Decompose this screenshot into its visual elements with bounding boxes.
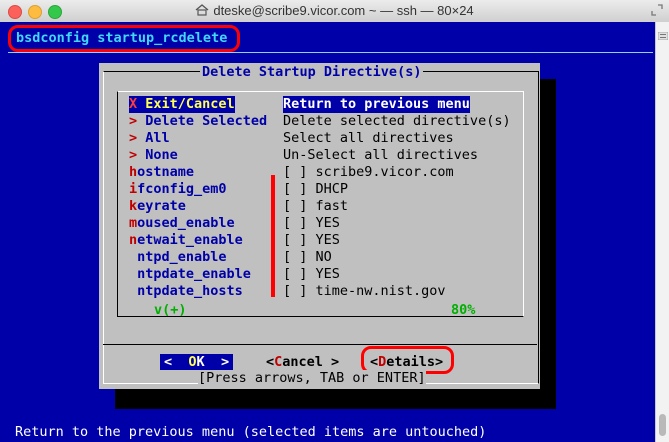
menu-hotkey: m <box>129 215 138 231</box>
menu-hotkey: n <box>129 232 138 248</box>
cancel-rest: ancel > <box>282 354 340 370</box>
menu-item-text: [ ] scribe9.vicor.com <box>283 164 454 180</box>
window-title-wrap: dteske@scribe9.vicor.com ~ — ssh — 80×24 <box>0 3 669 18</box>
menu-tag: moused_enable <box>129 215 235 232</box>
menu-tag-text: ostname <box>137 164 195 180</box>
menu-tag-text: None <box>137 147 178 163</box>
menu-tag-text: fconfig_em0 <box>137 181 227 197</box>
menu-tag-text: oused_enable <box>137 215 235 231</box>
menu-item-text: [ ] YES <box>283 232 340 248</box>
menu-item-text: [ ] NO <box>283 249 332 265</box>
backtitle-highlight <box>8 25 240 52</box>
menu-item-text: Select all directives <box>283 130 454 146</box>
dialog-title: Delete Startup Directive(s) <box>200 64 424 80</box>
menu-hotkey: > <box>129 147 138 163</box>
ok-left: < <box>164 354 173 370</box>
menu-item-text: [ ] YES <box>283 215 340 231</box>
menu-tag-text: eyrate <box>137 198 186 214</box>
menu-item-text: Delete selected directive(s) <box>283 113 511 129</box>
menu-tag: X Exit/Cancel <box>129 96 235 113</box>
ok-hotkey: O <box>188 354 197 370</box>
menu-tag: > None <box>129 147 178 164</box>
menu-tag-text: ntpdate_hosts <box>129 283 243 299</box>
scroll-percent: 80% <box>451 302 476 318</box>
menu-tag-text: ntpd_enable <box>129 249 227 265</box>
home-icon <box>195 4 209 16</box>
menu-hotkey: X <box>129 96 138 112</box>
menu-item-text: [ ] DHCP <box>283 181 349 197</box>
scroll-indicator: v(+) <box>154 302 187 318</box>
menu-tag: ntpdate_hosts <box>129 283 243 300</box>
menu-hotkey: > <box>129 113 138 129</box>
menu-tag-text: etwait_enable <box>137 232 243 248</box>
menu-item-text: Un-Select all directives <box>283 147 479 163</box>
ok-rest: K <box>196 354 205 370</box>
ok-button[interactable]: < OK > <box>160 354 234 370</box>
menu-item-text: [ ] time-nw.nist.gov <box>283 283 446 299</box>
window-titlebar: dteske@scribe9.vicor.com ~ — ssh — 80×24 <box>0 0 669 23</box>
window-title: dteske@scribe9.vicor.com ~ — ssh — 80×24 <box>213 3 474 18</box>
menu-tag: ntpdate_enable <box>129 266 251 283</box>
menu-tag: ifconfig_em0 <box>129 181 227 198</box>
menu-tag: netwait_enable <box>129 232 243 249</box>
menu-tag-text: All <box>137 130 170 146</box>
menu-tag: > All <box>129 130 170 147</box>
menu-item-text: Return to previous menu <box>283 96 470 113</box>
annotation-bar <box>271 175 275 297</box>
menu-hotkey: k <box>129 198 138 214</box>
menu-tag: ntpd_enable <box>129 249 227 266</box>
ok-right: > <box>220 354 230 370</box>
menu-tag-text: ntpdate_enable <box>129 266 251 282</box>
menu-item-text: [ ] YES <box>283 266 340 282</box>
backtitle-rule <box>8 52 653 53</box>
menu-tag: keyrate <box>129 198 186 215</box>
menu-hotkey: i <box>129 181 138 197</box>
scrollbar[interactable] <box>655 22 669 442</box>
menu-tag: hostname <box>129 164 194 181</box>
fullscreen-icon[interactable] <box>651 4 663 16</box>
menu-tag-text: Delete Selected <box>137 113 268 129</box>
menu-hotkey: h <box>129 164 138 180</box>
cancel-button[interactable]: <Cancel > <box>266 354 339 370</box>
status-line: Return to the previous menu (selected it… <box>15 424 487 440</box>
cancel-left: < <box>266 354 275 370</box>
menu-item-text: [ ] fast <box>283 198 349 214</box>
menu-hotkey: > <box>129 130 138 146</box>
key-hint: [Press arrows, TAB or ENTER] <box>198 370 426 386</box>
menu-tag-text: Exit/Cancel <box>137 96 235 112</box>
scrollbar-thumb[interactable] <box>659 414 666 436</box>
menu-tag: > Delete Selected <box>129 113 267 130</box>
scroll-lines-icon <box>658 32 668 40</box>
